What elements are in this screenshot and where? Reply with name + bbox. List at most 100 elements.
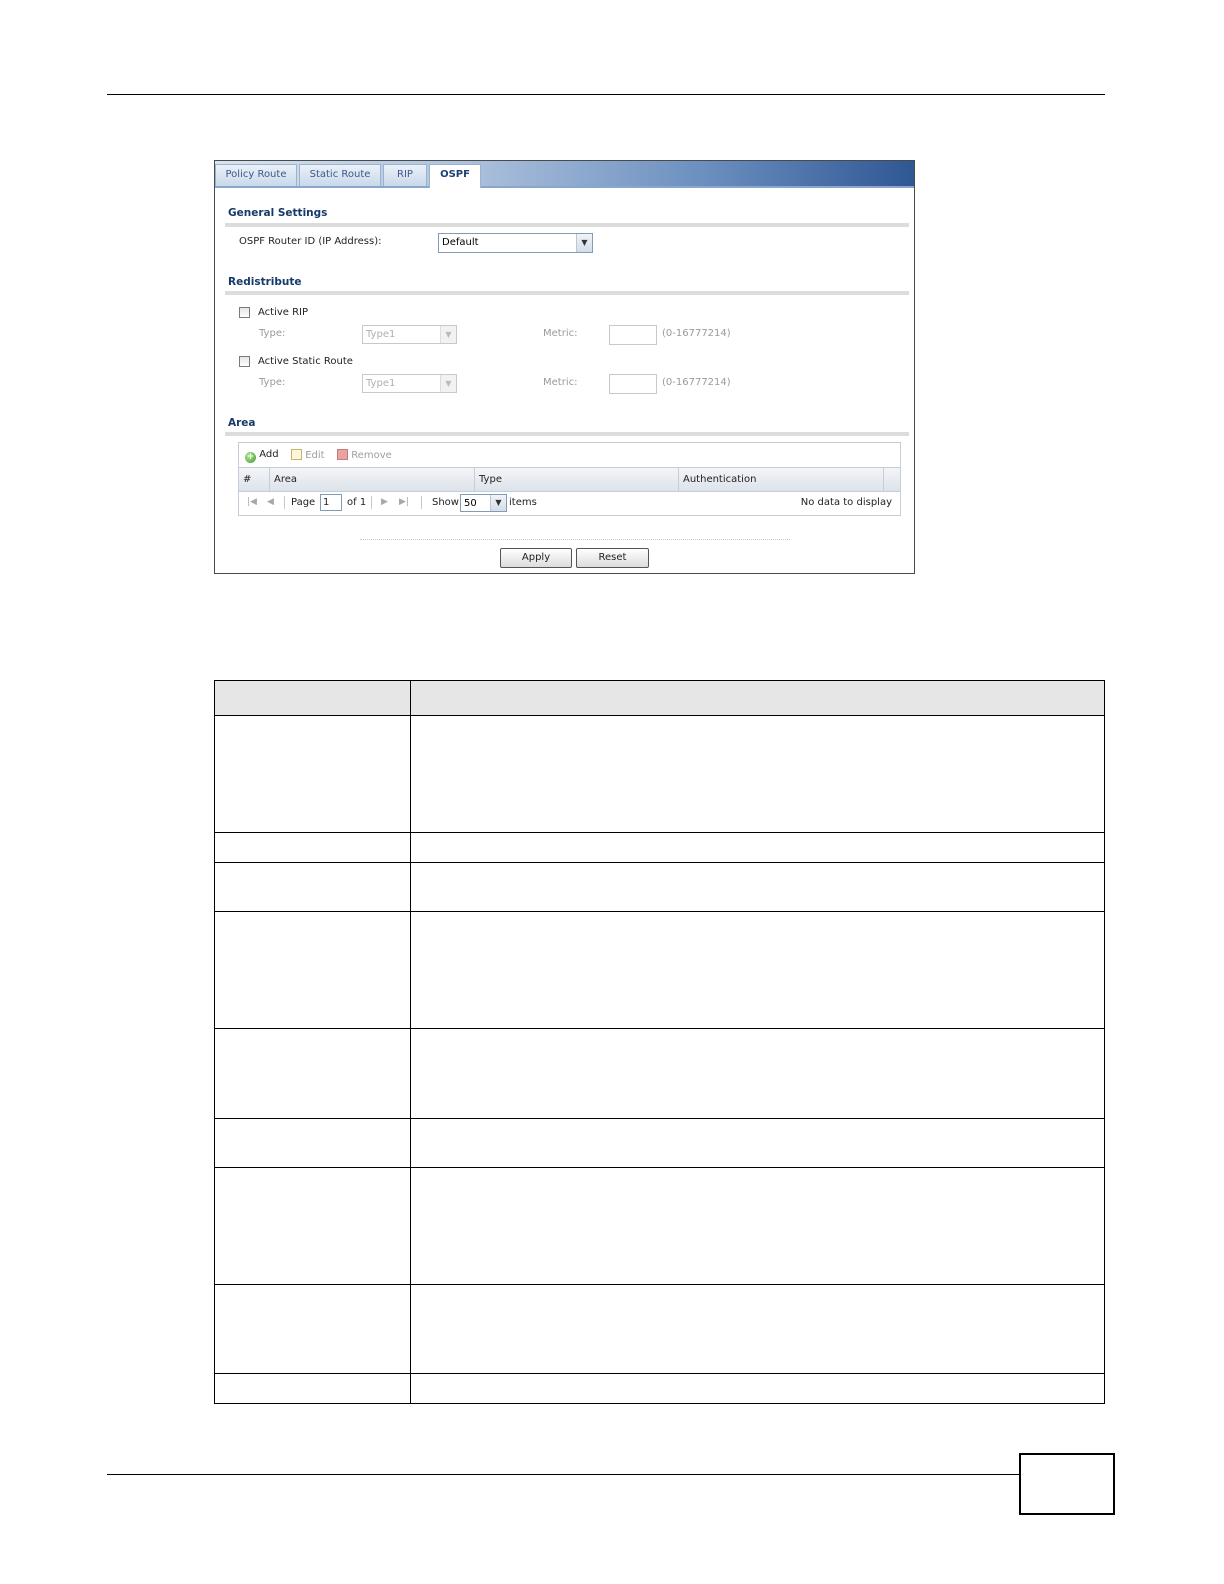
header-cell <box>410 679 1105 717</box>
table-cell <box>410 1372 1105 1405</box>
rip-metric-label: Metric: <box>543 328 578 339</box>
static-metric-label: Metric: <box>543 377 578 388</box>
table-cell <box>214 1283 411 1374</box>
pager-divider <box>284 496 285 509</box>
edit-button[interactable]: Edit <box>291 449 325 461</box>
table-row <box>214 1028 1105 1119</box>
table-cell <box>410 715 1105 834</box>
redistribute-divider <box>225 291 909 295</box>
items-label: items <box>509 497 537 508</box>
tab-bar: Policy Route Static Route RIP OSPF <box>215 161 914 188</box>
active-rip-label: Active RIP <box>258 307 309 318</box>
router-id-value: Default <box>442 237 479 248</box>
table-row <box>214 1283 1105 1374</box>
table-cell <box>214 1117 411 1168</box>
chevron-down-icon: ▼ <box>440 375 456 392</box>
active-rip-checkbox[interactable] <box>239 307 250 318</box>
table-row <box>214 1166 1105 1285</box>
column-header-authentication[interactable]: Authentication <box>679 468 884 491</box>
first-page-icon[interactable]: |◀ <box>247 497 257 507</box>
page-count: of 1 <box>347 497 367 508</box>
pager: |◀ ◀ Page 1 of 1 ▶ ▶| Show 50 ▼ items No… <box>239 491 900 515</box>
static-type-label: Type: <box>259 377 286 388</box>
add-label: Add <box>259 449 279 460</box>
redistribute-title: Redistribute <box>228 276 302 288</box>
table-cell <box>410 1166 1105 1285</box>
ospf-screen: Policy Route Static Route RIP OSPF Gener… <box>214 160 915 574</box>
items-per-page-select[interactable]: 50 ▼ <box>460 494 507 512</box>
rip-type-value: Type1 <box>366 329 396 340</box>
apply-button[interactable]: Apply <box>500 548 572 568</box>
table-cell <box>410 1117 1105 1168</box>
table-row <box>214 715 1105 834</box>
table-row <box>214 1117 1105 1168</box>
column-header-area[interactable]: Area <box>270 468 475 491</box>
static-type-select[interactable]: Type1 ▼ <box>362 374 457 393</box>
table-cell <box>214 715 411 834</box>
column-header-number[interactable]: # <box>239 468 270 491</box>
area-table: + Add Edit Remove # Area Type Authentica… <box>238 442 901 516</box>
table-cell <box>214 1372 411 1405</box>
add-button[interactable]: + Add <box>245 449 279 463</box>
table-cell <box>410 1283 1105 1374</box>
table-cell <box>214 832 411 864</box>
page-label: Page <box>291 497 316 508</box>
general-settings-title: General Settings <box>228 207 328 219</box>
router-id-label: OSPF Router ID (IP Address): <box>239 236 382 247</box>
table-cell <box>410 1028 1105 1119</box>
show-label: Show <box>432 497 459 508</box>
static-type-value: Type1 <box>366 378 396 389</box>
table-cell <box>410 911 1105 1030</box>
area-title: Area <box>228 417 256 429</box>
pager-divider <box>371 496 372 509</box>
chevron-down-icon: ▼ <box>440 326 456 343</box>
add-icon: + <box>245 452 256 463</box>
table-header: # Area Type Authentication <box>239 467 900 492</box>
empty-table-message: No data to display <box>800 497 892 508</box>
edit-icon <box>291 449 302 460</box>
page-number-box <box>1019 1453 1115 1515</box>
next-page-icon[interactable]: ▶ <box>381 497 388 507</box>
tab-rip[interactable]: RIP <box>383 164 427 186</box>
active-static-route-label: Active Static Route <box>258 356 353 367</box>
table-cell <box>214 1166 411 1285</box>
chevron-down-icon: ▼ <box>576 234 592 252</box>
last-page-icon[interactable]: ▶| <box>399 497 409 507</box>
table-row <box>214 911 1105 1030</box>
button-divider <box>360 539 790 540</box>
table-cell <box>214 911 411 1030</box>
pager-divider <box>421 496 422 509</box>
field-description-table <box>214 679 1105 1405</box>
table-cell <box>410 832 1105 864</box>
tab-static-route[interactable]: Static Route <box>299 164 381 186</box>
table-row <box>214 832 1105 864</box>
table-row <box>214 862 1105 913</box>
rip-type-label: Type: <box>259 328 286 339</box>
rip-metric-input[interactable] <box>609 325 657 345</box>
reset-button[interactable]: Reset <box>576 548 649 568</box>
table-row <box>214 1372 1105 1405</box>
header-cell <box>214 679 411 717</box>
tab-ospf[interactable]: OSPF <box>429 164 481 188</box>
page-input[interactable]: 1 <box>320 494 342 511</box>
rip-metric-range: (0-16777214) <box>662 328 731 339</box>
remove-button[interactable]: Remove <box>337 449 392 461</box>
table-cell <box>410 862 1105 913</box>
items-per-page-value: 50 <box>464 498 477 509</box>
rip-type-select[interactable]: Type1 ▼ <box>362 325 457 344</box>
previous-page-icon[interactable]: ◀ <box>267 497 274 507</box>
chevron-down-icon: ▼ <box>490 495 506 511</box>
trash-icon <box>337 449 348 460</box>
static-metric-input[interactable] <box>609 374 657 394</box>
edit-label: Edit <box>305 450 325 461</box>
table-cell <box>214 862 411 913</box>
tab-policy-route[interactable]: Policy Route <box>215 164 297 186</box>
static-metric-range: (0-16777214) <box>662 377 731 388</box>
column-header-type[interactable]: Type <box>475 468 679 491</box>
area-divider <box>225 432 909 436</box>
active-static-route-checkbox[interactable] <box>239 356 250 367</box>
remove-label: Remove <box>351 450 392 461</box>
table-cell <box>214 1028 411 1119</box>
router-id-select[interactable]: Default ▼ <box>438 233 593 253</box>
table-header-row <box>214 679 1105 717</box>
